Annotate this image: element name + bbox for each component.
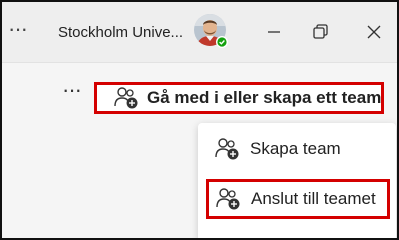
title-bar: ··· Stockholm Unive... <box>2 2 397 62</box>
people-add-icon <box>114 87 138 109</box>
main-content: ··· Gå med i eller skapa ett team Skapa … <box>2 63 397 238</box>
menu-item-label: Anslut till teamet <box>251 189 376 208</box>
organization-name[interactable]: Stockholm Unive... <box>58 24 183 41</box>
minimize-icon[interactable] <box>264 22 284 42</box>
menu-item-join-team[interactable]: Anslut till teamet <box>206 179 390 219</box>
people-add-icon <box>216 188 240 210</box>
restore-icon[interactable] <box>310 22 330 42</box>
menu-item-create-team[interactable]: Skapa team <box>198 129 396 169</box>
more-options-icon[interactable]: ··· <box>62 79 82 101</box>
join-or-create-team-button[interactable]: Gå med i eller skapa ett team <box>94 82 384 114</box>
people-add-icon <box>215 138 239 160</box>
menu-item-label: Skapa team <box>250 139 341 158</box>
close-icon[interactable] <box>364 22 384 42</box>
join-or-create-label: Gå med i eller skapa ett team <box>147 88 382 107</box>
avatar[interactable] <box>194 14 228 48</box>
app-window: ··· Stockholm Unive... ··· Gå med i elle… <box>0 0 399 240</box>
team-options-menu: Skapa team Anslut till teamet <box>198 123 396 238</box>
more-options-icon[interactable]: ··· <box>8 18 28 40</box>
